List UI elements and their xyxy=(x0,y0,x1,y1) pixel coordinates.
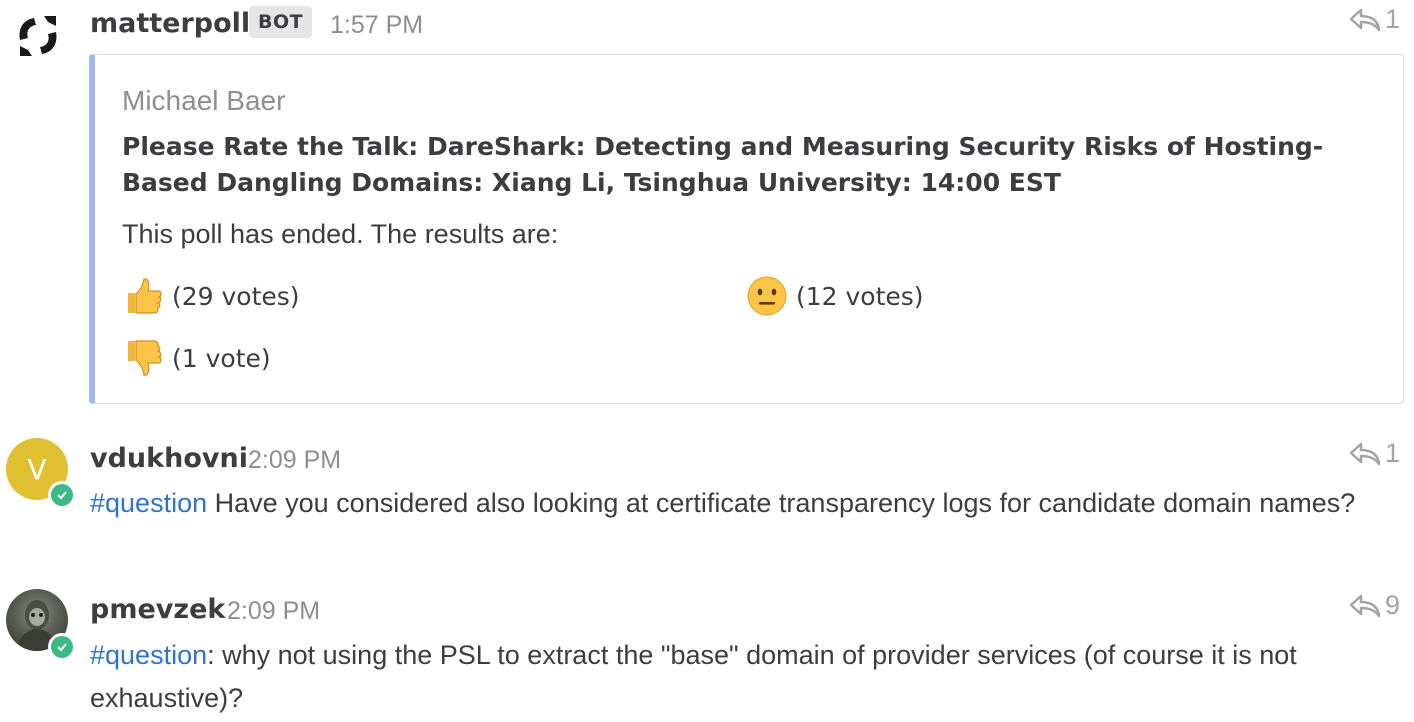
thumbs-down-icon xyxy=(128,340,162,376)
message-body: : why not using the PSL to extract the "… xyxy=(90,640,1297,713)
neutral-face-icon xyxy=(747,276,787,316)
reply-count: 1 xyxy=(1384,4,1400,34)
online-status-icon xyxy=(48,633,76,661)
thumbs-up-icon xyxy=(128,278,162,314)
attachment-author: Michael Baer xyxy=(122,85,286,116)
matterpoll-logo-icon xyxy=(19,16,57,56)
thumbs-down-votes: (1 vote) xyxy=(172,343,271,373)
poll-attachment: Michael Baer Please Rate the Talk: DareS… xyxy=(89,54,1404,404)
message-body: Have you considered also looking at cert… xyxy=(207,488,1356,518)
reply-arrow-icon xyxy=(1349,594,1381,617)
poll-result-thumbs-down: (1 vote) xyxy=(122,337,271,379)
neutral-votes: (12 votes) xyxy=(796,281,924,311)
poll-status-text: This poll has ended. The results are: xyxy=(122,219,559,249)
avatar-letter: V xyxy=(27,452,47,486)
username[interactable]: matterpoll xyxy=(90,8,250,39)
timestamp[interactable]: 1:57 PM xyxy=(330,11,423,40)
reply-arrow-icon xyxy=(1349,442,1381,465)
reply-count-button[interactable]: 1 xyxy=(1348,4,1400,35)
thumbs-up-votes: (29 votes) xyxy=(172,281,300,311)
matterpoll-avatar[interactable] xyxy=(14,12,62,60)
reply-count: 1 xyxy=(1384,438,1400,468)
timestamp[interactable]: 2:09 PM xyxy=(227,597,320,626)
message-text: #question: why not using the PSL to extr… xyxy=(90,634,1380,720)
reply-count: 9 xyxy=(1384,590,1400,620)
reply-count-button[interactable]: 9 xyxy=(1348,590,1400,621)
poll-title: Please Rate the Talk: DareShark: Detecti… xyxy=(122,132,1324,197)
reply-count-button[interactable]: 1 xyxy=(1348,438,1400,469)
reply-arrow-icon xyxy=(1349,8,1381,31)
hashtag-link[interactable]: #question xyxy=(90,640,207,670)
bot-badge: BOT xyxy=(249,6,313,38)
username[interactable]: vdukhovni xyxy=(90,443,248,474)
hashtag-link[interactable]: #question xyxy=(90,488,207,518)
timestamp[interactable]: 2:09 PM xyxy=(248,446,341,475)
poll-result-thumbs-up: (29 votes) xyxy=(122,275,300,317)
poll-result-neutral: (12 votes) xyxy=(746,275,924,317)
message-text: #question Have you considered also looki… xyxy=(90,482,1380,525)
online-status-icon xyxy=(48,481,76,509)
username[interactable]: pmevzek xyxy=(90,594,225,625)
